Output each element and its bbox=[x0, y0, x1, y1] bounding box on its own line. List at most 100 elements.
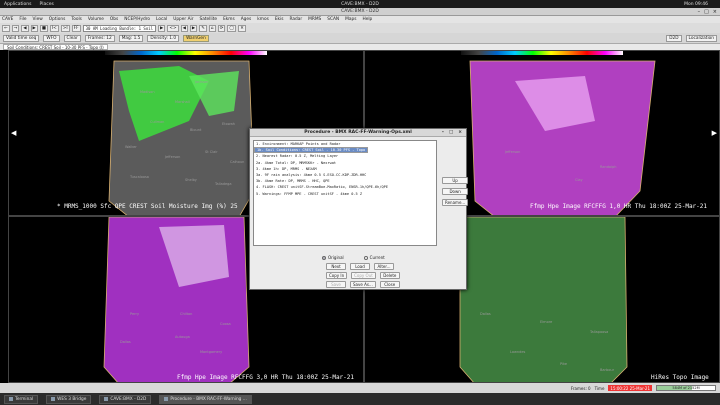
maximize-button[interactable]: □ bbox=[704, 9, 709, 15]
up-button[interactable]: Up bbox=[442, 177, 469, 184]
play-icon[interactable]: ▶ bbox=[158, 24, 166, 32]
dialog-close-icon[interactable]: × bbox=[458, 130, 462, 135]
fast-forward-icon[interactable]: FF bbox=[71, 24, 81, 32]
pane-top-left-label: * MRMS_1000 Sfc QPE CREST Soil Moisture … bbox=[57, 203, 238, 210]
menu-volume[interactable]: Volume bbox=[88, 17, 104, 22]
menu-local[interactable]: Local bbox=[156, 17, 167, 22]
menu-upper-air[interactable]: Upper Air bbox=[173, 17, 193, 22]
window-icon bbox=[104, 397, 109, 401]
menu-tools[interactable]: Tools bbox=[71, 17, 82, 22]
edit-icon[interactable]: ✎ bbox=[199, 24, 207, 32]
dialog-button-row-2: Copy In Copy Out Delete bbox=[326, 272, 400, 279]
close-dialog-button[interactable]: Close bbox=[379, 281, 400, 288]
stop-icon[interactable]: ■ bbox=[39, 24, 48, 32]
prev-icon[interactable]: ◀ bbox=[180, 24, 188, 32]
county-label: Lowndes bbox=[510, 350, 526, 354]
save-as-button[interactable]: Save As... bbox=[350, 281, 376, 288]
county-label: Blount bbox=[190, 128, 202, 132]
minimize-button[interactable]: – bbox=[698, 9, 701, 15]
clear-button[interactable]: Clear bbox=[63, 34, 81, 42]
valid-time-select[interactable]: Valid time seq bbox=[3, 34, 40, 42]
menu-mrms[interactable]: MRMS bbox=[308, 17, 321, 22]
terminal-icon bbox=[9, 397, 13, 401]
pane-bottom-right-label: HiRes Topo Image bbox=[651, 374, 709, 381]
next-button[interactable]: Next bbox=[326, 263, 346, 270]
applications-menu[interactable]: Applications bbox=[4, 2, 32, 7]
menu-maps[interactable]: Maps bbox=[345, 17, 356, 22]
current-radio[interactable]: Current bbox=[363, 255, 385, 260]
dialog-maximize-icon[interactable]: □ bbox=[449, 130, 453, 135]
menu-kmos[interactable]: kmos bbox=[257, 17, 269, 22]
source-select[interactable]: WFO bbox=[43, 34, 60, 42]
window-icon bbox=[51, 397, 56, 401]
home-icon[interactable]: ⌂ bbox=[208, 24, 216, 32]
taskbar-item-procedure[interactable]: Procedure - BMX RAC-FF-Warning ... bbox=[159, 394, 252, 404]
rock-icon[interactable]: <> bbox=[167, 24, 179, 32]
rename-button[interactable]: Rename... bbox=[442, 199, 469, 206]
circle-icon[interactable]: ◯ bbox=[227, 24, 237, 32]
next-icon[interactable]: ▶ bbox=[189, 24, 198, 32]
menu-options[interactable]: Options bbox=[49, 17, 66, 22]
taskbar-item-wes-bridge[interactable]: WES 3 Bridge bbox=[46, 394, 92, 404]
density-select[interactable]: Density: 1.0 bbox=[147, 34, 180, 42]
status-bar: Frames: 0 Time 15:00:22 25-Mar-21 584M o… bbox=[0, 383, 720, 393]
warngen-button[interactable]: WarnGen bbox=[183, 34, 209, 42]
menu-ekis[interactable]: Ekis bbox=[275, 17, 284, 22]
delete-button[interactable]: Delete bbox=[379, 272, 400, 279]
county-label: Randolph bbox=[600, 165, 617, 169]
menu-radar[interactable]: Radar bbox=[289, 17, 302, 22]
main-toolbar: ← → ◀ ▶ ■ I< >I FF 30 AM Loading Bundle:… bbox=[0, 23, 720, 33]
menu-obs[interactable]: Obs bbox=[110, 17, 118, 22]
last-frame-icon[interactable]: >I bbox=[60, 24, 70, 32]
county-label: Cullman bbox=[150, 120, 165, 124]
window-title-bar: CAVE:BMX - D2D – □ × bbox=[0, 8, 720, 16]
first-frame-icon[interactable]: I< bbox=[49, 24, 59, 32]
time-label: Time bbox=[594, 385, 605, 391]
menu-view[interactable]: View bbox=[33, 17, 43, 22]
menu-cave[interactable]: CAVE bbox=[2, 17, 13, 22]
places-menu[interactable]: Places bbox=[40, 2, 54, 7]
window-title: CAVE:BMX - D2D bbox=[341, 9, 379, 14]
frames-select[interactable]: Frames: 12 bbox=[84, 34, 115, 42]
time-value-badge[interactable]: 15:00:22 25-Mar-21 bbox=[608, 385, 652, 391]
clock[interactable]: Mon 09:46 bbox=[684, 2, 708, 7]
county-label: Perry bbox=[130, 312, 140, 316]
list-item[interactable]: 5. Warnings: FFMP MPE - CREST unitSF - 4… bbox=[254, 191, 436, 197]
alter-button[interactable]: Alter... bbox=[374, 263, 394, 270]
county-label: Dallas bbox=[480, 312, 491, 316]
pan-right-icon[interactable]: ▶ bbox=[712, 129, 717, 137]
refresh-icon[interactable]: ⟳ bbox=[217, 24, 226, 32]
menu-ages[interactable]: Ages bbox=[241, 17, 252, 22]
pan-left-icon[interactable]: ◀ bbox=[11, 129, 16, 137]
localization-perspective-button[interactable]: Localization bbox=[685, 34, 717, 42]
close-button[interactable]: × bbox=[713, 9, 717, 15]
loading-status-field[interactable]: 30 AM Loading Bundle: 1 Soil bbox=[82, 24, 157, 32]
menu-help[interactable]: Help bbox=[362, 17, 372, 22]
procedure-step-list[interactable]: 1. Environment: MARKAP Points and Radar … bbox=[253, 140, 437, 246]
copy-out-button[interactable]: Copy Out bbox=[351, 272, 376, 279]
load-button[interactable]: Load bbox=[350, 263, 370, 270]
back-icon[interactable]: ← bbox=[2, 24, 10, 32]
step-back-icon[interactable]: ◀ bbox=[21, 24, 29, 32]
county-label: Elmore bbox=[540, 320, 553, 324]
menu-ncep-hydro[interactable]: NCEP/Hydro bbox=[124, 17, 150, 22]
menu-ekms[interactable]: Ekms bbox=[223, 17, 235, 22]
original-radio-label: Original bbox=[328, 255, 344, 260]
menu-satellite[interactable]: Satellite bbox=[199, 17, 217, 22]
copy-in-button[interactable]: Copy In bbox=[326, 272, 348, 279]
menu-scan[interactable]: SCAN bbox=[327, 17, 339, 22]
forward-icon[interactable]: → bbox=[11, 24, 20, 32]
menu-file[interactable]: File bbox=[19, 17, 26, 22]
mag-select[interactable]: Mag: 1.5 bbox=[118, 34, 144, 42]
save-button[interactable]: Save bbox=[326, 281, 346, 288]
original-radio[interactable]: Original bbox=[322, 255, 344, 260]
taskbar-item-terminal[interactable]: Terminal bbox=[4, 394, 39, 404]
step-forward-icon[interactable]: ▶ bbox=[30, 24, 38, 32]
dialog-minimize-icon[interactable]: – bbox=[442, 130, 444, 135]
county-label: Jefferson bbox=[505, 150, 521, 154]
d2d-perspective-button[interactable]: D2D bbox=[666, 34, 682, 42]
taskbar-item-cave[interactable]: CAVE:BMX - D2D bbox=[99, 394, 152, 404]
taskbar: Terminal WES 3 Bridge CAVE:BMX - D2D Pro… bbox=[0, 393, 720, 405]
down-button[interactable]: Down bbox=[442, 188, 469, 195]
clear-icon[interactable]: ✕ bbox=[238, 24, 246, 32]
